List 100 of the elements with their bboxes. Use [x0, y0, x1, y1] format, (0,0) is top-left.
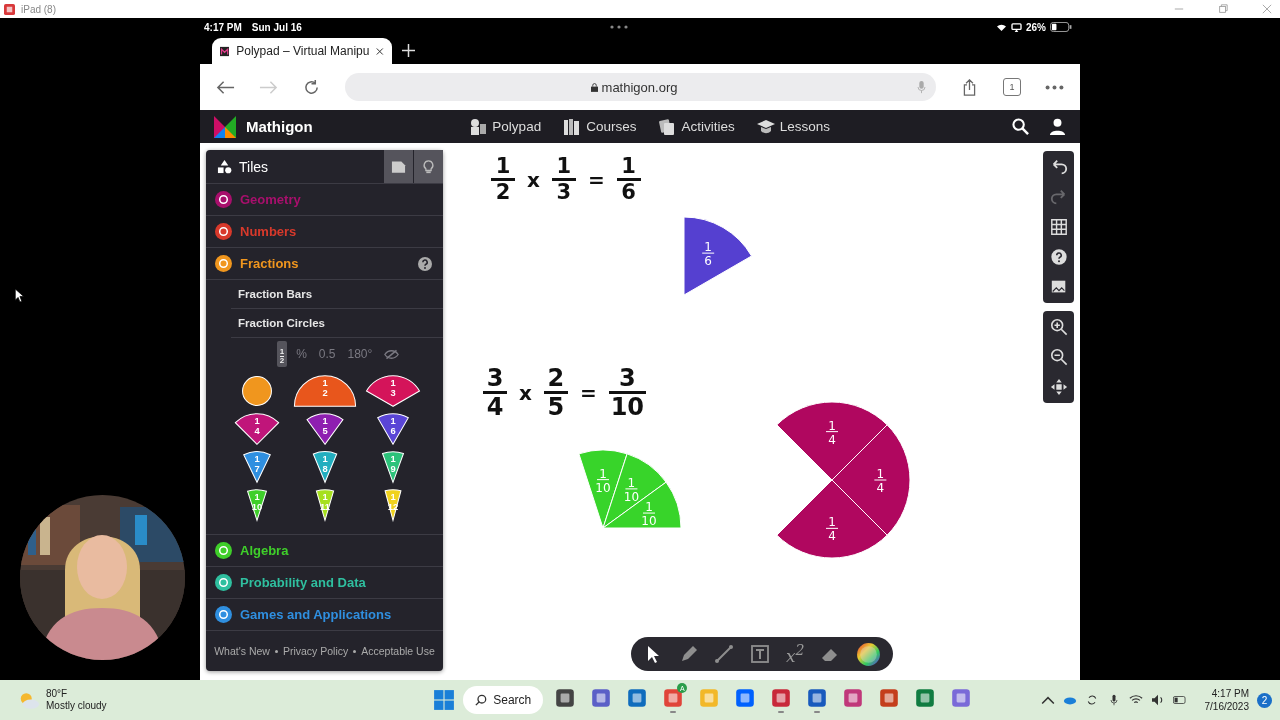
footer-link[interactable]: Privacy Policy [282, 645, 349, 657]
logo-icon[interactable] [214, 115, 236, 138]
line-tool[interactable] [714, 644, 735, 664]
handwritten-fraction: 2 5 [543, 365, 568, 420]
grid-icon[interactable] [1049, 218, 1068, 236]
search-icon [475, 694, 488, 706]
browser-tab[interactable]: Polypad – Virtual Manipu [212, 38, 392, 64]
nav-link[interactable]: Lessons [756, 117, 830, 136]
temperature: 80°F [46, 688, 69, 700]
fraction-label: 1 10 [595, 466, 611, 495]
fraction-tile[interactable]: 1 5 [290, 410, 359, 448]
footer-link[interactable]: What's New [214, 645, 270, 657]
move-icon[interactable] [1049, 378, 1068, 396]
app-icon [4, 3, 15, 15]
weather-text: Mostly cloudy [46, 700, 107, 712]
folder-icon [391, 159, 406, 174]
hint-button[interactable] [414, 150, 443, 183]
color-tool[interactable] [856, 641, 882, 667]
panel-title: Tiles [239, 158, 269, 175]
close-icon[interactable] [376, 46, 384, 56]
handwritten-fraction: 1 3 [551, 155, 576, 204]
nav-link[interactable]: Courses [563, 117, 637, 136]
chevron-up-icon[interactable] [1040, 694, 1055, 706]
status-date: Sun Jul 16 [251, 21, 302, 33]
operator-sign: = [579, 380, 597, 405]
notification-badge[interactable]: 2 [1257, 692, 1272, 708]
category-icon [215, 606, 232, 623]
clock-time[interactable]: 4:17 PM [1211, 687, 1249, 700]
lightbulb-icon [421, 159, 436, 174]
battery-percent: 26% [1026, 21, 1046, 33]
category-item[interactable]: Algebra [206, 535, 443, 567]
category-icon [215, 255, 232, 272]
tab-count[interactable]: 1 [1003, 78, 1021, 96]
help-icon[interactable] [418, 256, 432, 271]
start-icon[interactable] [433, 689, 456, 711]
books-icon [563, 117, 582, 136]
shapes-icon [469, 117, 488, 136]
site-icon [220, 45, 230, 57]
graduation-cap-icon [756, 117, 775, 136]
fraction-label: 1 4 [825, 418, 839, 447]
fraction-piece[interactable] [776, 479, 888, 559]
search-field[interactable]: Search [463, 686, 544, 714]
display-option[interactable]: 0.5 [315, 345, 339, 363]
clock-date[interactable]: 7/16/2023 [1204, 700, 1249, 713]
fraction-tile[interactable]: 1 7 [222, 448, 291, 486]
folder-button[interactable] [384, 150, 413, 183]
battery-icon[interactable] [1172, 694, 1187, 706]
nav-link[interactable]: Polypad [469, 117, 542, 136]
display-option[interactable]: 180° [344, 345, 376, 363]
fraction-label: 1 4 [825, 515, 839, 544]
wifi-icon [996, 22, 1007, 32]
window-title: iPad (8) [21, 3, 56, 15]
battery-icon [1050, 22, 1072, 32]
fraction-label: 1 6 [701, 240, 715, 269]
shapes-icon [217, 159, 232, 174]
speaker-icon[interactable] [1150, 694, 1165, 706]
new-tab-icon[interactable] [402, 43, 415, 57]
category-icon [215, 223, 232, 240]
zoom-out-icon[interactable] [1049, 348, 1068, 366]
cloud-icon[interactable] [1062, 694, 1077, 706]
category-item[interactable]: Probability and Data [206, 567, 443, 599]
display-option[interactable]: 1 2 [276, 341, 288, 367]
zoom-in-icon[interactable] [1049, 318, 1068, 336]
cards-icon [658, 117, 677, 136]
user-icon[interactable] [1049, 118, 1066, 135]
operator-sign: x [527, 167, 540, 192]
subcategory-item[interactable]: Fraction Bars [231, 280, 443, 309]
address-bar[interactable]: mathigon.org [345, 73, 936, 101]
screen-mirror-icon [1011, 22, 1022, 32]
search-icon[interactable] [1012, 118, 1029, 135]
textbox-tool[interactable] [750, 644, 771, 664]
category-item[interactable]: Fractions [206, 248, 443, 280]
fraction-piece[interactable] [776, 401, 888, 481]
fraction-piece[interactable] [683, 216, 753, 296]
category-item[interactable]: Games and Applications [206, 599, 443, 631]
category-icon [215, 191, 232, 208]
display-option[interactable]: % [293, 345, 310, 363]
footer-link[interactable]: Acceptable Use [361, 645, 435, 657]
help-icon[interactable] [1049, 248, 1068, 266]
status-time: 4:17 PM [204, 21, 242, 33]
fraction-label: 1 10 [623, 475, 640, 504]
handwritten-fraction: 3 4 [483, 365, 507, 420]
nav-link[interactable]: Activities [658, 117, 735, 136]
lock-icon [590, 82, 598, 92]
equation-tool[interactable]: x$^{2}$ [785, 642, 805, 666]
multitask-icon[interactable] [609, 25, 628, 29]
reload-icon[interactable] [302, 78, 321, 96]
brand-name[interactable]: Mathigon [246, 118, 313, 135]
fraction-label: 1 4 [873, 467, 887, 495]
fraction-tile[interactable]: 1 6 [358, 410, 427, 448]
handwritten-fraction: 3 10 [608, 365, 647, 420]
handwritten-fraction: 1 6 [616, 155, 641, 204]
category-icon [215, 574, 232, 591]
weather-icon [18, 690, 40, 710]
subcategory-item[interactable]: Fraction Circles [231, 309, 443, 338]
fraction-label: 1 10 [641, 500, 657, 529]
wifi-icon[interactable] [1128, 694, 1143, 706]
handwritten-fraction: 1 2 [491, 155, 515, 204]
operator-sign: x [519, 380, 532, 405]
category-icon [215, 542, 232, 559]
